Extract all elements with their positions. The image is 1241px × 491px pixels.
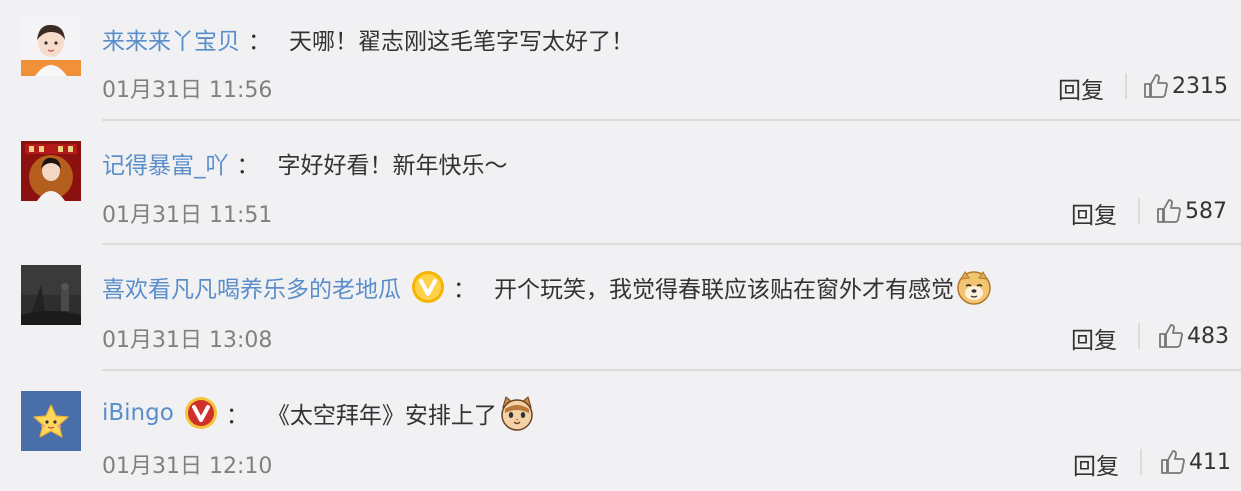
comment-item: iBingo ： 《太空拜年》安排上了 01月31日 12:10 回复 411: [0, 0, 1241, 491]
cat-emoji-icon: [499, 395, 535, 431]
verified-badge-icon: [184, 396, 218, 430]
username[interactable]: iBingo: [102, 400, 174, 426]
thumbs-up-icon: [1161, 450, 1185, 474]
comment-list: 来来来丫宝贝 ： 天哪！翟志刚这毛笔字写太好了！ 01月31日 11:56 回复…: [0, 0, 1241, 491]
like-count: 411: [1189, 449, 1231, 475]
colon: ：: [225, 403, 249, 429]
timestamp: 01月31日 12:10: [102, 454, 273, 479]
separator: [1140, 449, 1142, 475]
reply-button[interactable]: 回复: [1073, 447, 1119, 481]
comment-text: 《太空拜年》安排上了: [266, 403, 497, 429]
avatar[interactable]: [21, 391, 81, 451]
like-button[interactable]: 411: [1160, 449, 1231, 475]
comment-line: iBingo ： 《太空拜年》安排上了: [102, 393, 535, 433]
